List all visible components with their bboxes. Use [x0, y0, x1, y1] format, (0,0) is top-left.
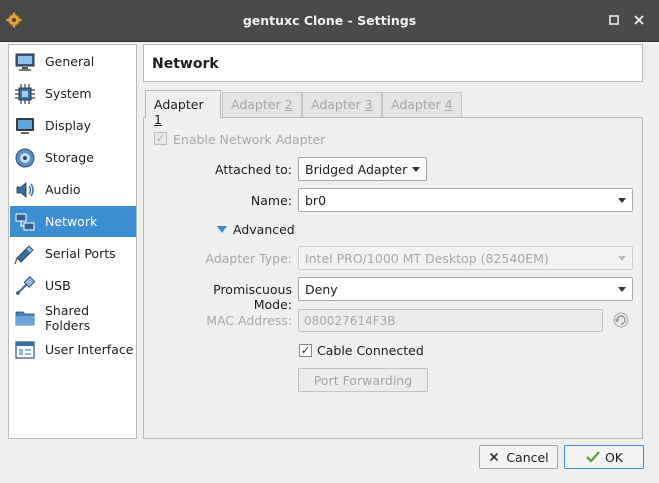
sidebar-item-user-interface[interactable]: User Interface: [10, 334, 136, 365]
sidebar-item-network[interactable]: Network: [10, 206, 136, 237]
speaker-icon: [14, 179, 36, 201]
adapter-type-label: Adapter Type:: [205, 251, 293, 266]
tab-adapter-3[interactable]: Adapter 3: [302, 92, 382, 117]
sidebar-item-storage[interactable]: Storage: [10, 142, 136, 173]
sidebar-item-audio[interactable]: Audio: [10, 174, 136, 205]
name-select[interactable]: br0: [298, 188, 633, 212]
chevron-down-icon: [618, 256, 626, 261]
usb-icon: [14, 275, 36, 297]
expand-arrow-icon: [217, 226, 227, 233]
sidebar-item-usb[interactable]: USB: [10, 270, 136, 301]
title-bar[interactable]: gentuxc Clone - Settings: [0, 0, 659, 42]
sidebar-item-label: Network: [45, 214, 98, 229]
sidebar-item-general[interactable]: General: [10, 46, 136, 77]
chip-icon: [14, 83, 36, 105]
settings-window: gentuxc Clone - Settings General System …: [0, 0, 659, 483]
tab-mnemonic: 3: [364, 97, 373, 112]
tab-label: Adapter: [391, 97, 445, 112]
cancel-button[interactable]: Cancel: [479, 445, 558, 469]
ok-button[interactable]: OK: [564, 445, 644, 469]
tab-mnemonic: 1: [154, 112, 162, 127]
mac-address-label: MAC Address:: [206, 313, 292, 328]
cable-connected-checkbox[interactable]: ✓: [299, 344, 312, 357]
display-icon: [14, 115, 36, 137]
serial-icon: [14, 243, 36, 265]
mac-address-field[interactable]: 080027614F3B: [298, 309, 603, 332]
sidebar-item-label: General: [45, 54, 95, 69]
sidebar-item-display[interactable]: Display: [10, 110, 136, 141]
page-header: Network: [143, 44, 643, 82]
attached-to-label: Attached to:: [215, 162, 292, 177]
network-icon: [14, 211, 36, 233]
sidebar-item-label: Display: [45, 118, 92, 133]
maximize-button[interactable]: [607, 13, 621, 27]
check-icon: [586, 451, 600, 463]
tab-mnemonic: 2: [284, 97, 293, 112]
attached-to-value: Bridged Adapter: [305, 162, 408, 177]
tab-adapter-1[interactable]: Adapter 1: [145, 90, 221, 127]
enable-adapter-checkbox[interactable]: ✓: [154, 132, 167, 145]
chevron-down-icon: [618, 287, 626, 292]
sidebar-item-serial-ports[interactable]: Serial Ports: [10, 238, 136, 269]
sidebar-item-label: USB: [45, 278, 71, 293]
promiscuous-mode-select[interactable]: Deny: [298, 277, 633, 301]
sidebar-item-label: Audio: [45, 182, 81, 197]
promiscuous-mode-label: Promiscuous Mode:: [213, 282, 292, 312]
close-icon: [490, 452, 499, 462]
tab-label: Adapter: [154, 97, 204, 112]
adapter-type-value: Intel PRO/1000 MT Desktop (82540EM): [305, 251, 549, 266]
promiscuous-mode-value: Deny: [305, 282, 338, 297]
chevron-down-icon: [618, 198, 626, 203]
advanced-label: Advanced: [233, 222, 295, 237]
sidebar-item-system[interactable]: System: [10, 78, 136, 109]
cable-connected-label: Cable Connected: [317, 343, 424, 358]
cancel-label: Cancel: [506, 449, 549, 465]
refresh-mac-button[interactable]: [612, 311, 630, 329]
tab-mnemonic: 4: [444, 97, 453, 112]
sidebar-item-label: User Interface: [45, 342, 134, 357]
ui-icon: [14, 339, 36, 361]
name-value: br0: [305, 193, 327, 208]
tab-label: Adapter: [231, 97, 285, 112]
sidebar-item-label: Shared Folders: [45, 302, 91, 333]
name-label: Name:: [250, 193, 292, 208]
sidebar-item-shared-folders[interactable]: Shared Folders: [10, 302, 136, 333]
close-button[interactable]: [632, 13, 646, 27]
window-title: gentuxc Clone - Settings: [242, 13, 417, 28]
chevron-down-icon: [412, 167, 420, 172]
monitor-icon: [14, 51, 36, 73]
adapter-type-select[interactable]: Intel PRO/1000 MT Desktop (82540EM): [298, 246, 633, 270]
sidebar-item-label: Storage: [45, 150, 94, 165]
sidebar-item-label: System: [45, 86, 92, 101]
tab-label: Adapter: [311, 97, 365, 112]
ok-label: OK: [604, 449, 624, 465]
page-title: Network: [152, 56, 219, 72]
disk-icon: [14, 147, 36, 169]
enable-adapter-label: Enable Network Adapter: [173, 132, 326, 147]
settings-sidebar: General System Display Storage Audio Net…: [8, 44, 137, 439]
tab-adapter-2[interactable]: Adapter 2: [222, 92, 302, 117]
folder-icon: [14, 307, 36, 329]
refresh-icon: [613, 312, 629, 328]
port-forwarding-button[interactable]: Port Forwarding: [298, 368, 428, 392]
tab-adapter-4[interactable]: Adapter 4: [382, 92, 462, 117]
attached-to-select[interactable]: Bridged Adapter: [298, 157, 427, 181]
sidebar-item-label: Serial Ports: [45, 246, 116, 261]
